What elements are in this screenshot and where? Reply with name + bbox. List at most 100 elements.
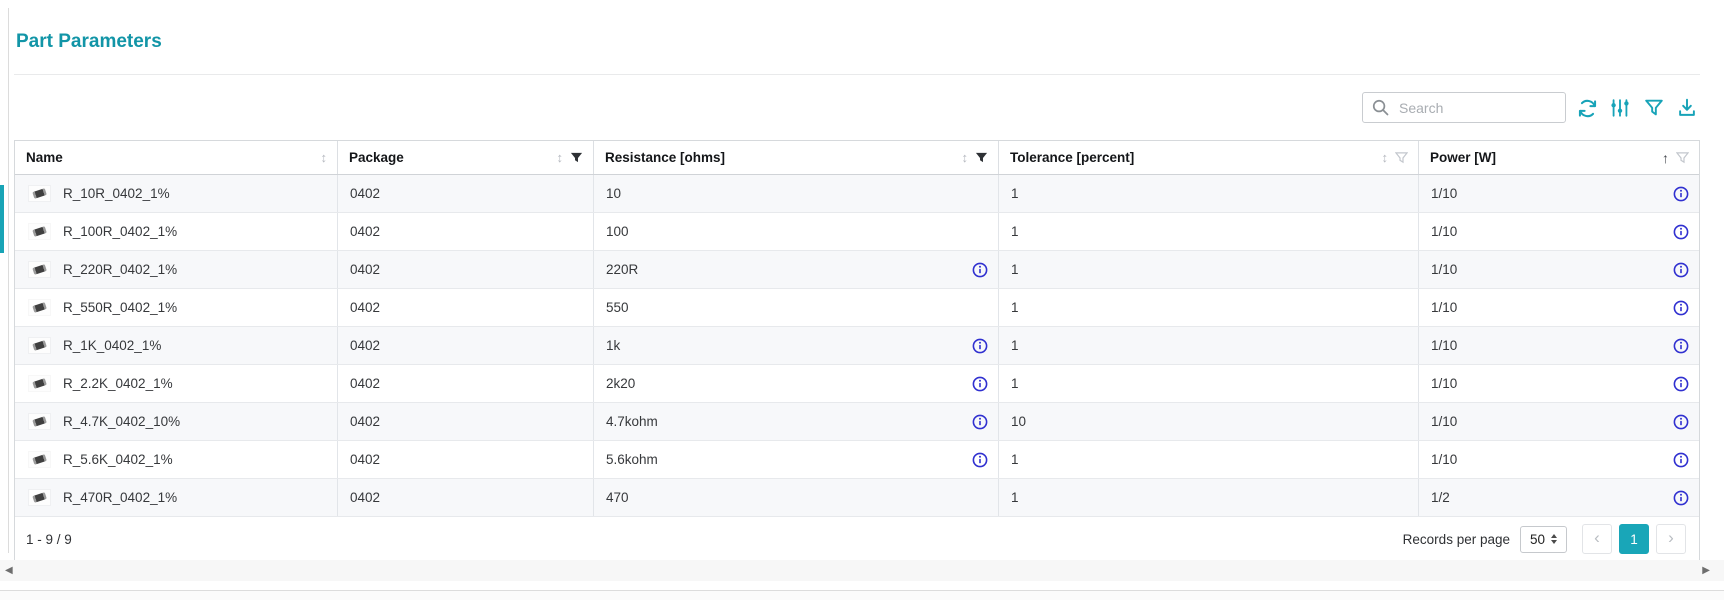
part-thumbnail (29, 262, 50, 277)
resistance-cell: 220R (594, 251, 999, 288)
scroll-right-arrow-icon[interactable]: ▶ (1702, 560, 1710, 581)
power-cell: 1/10 (1419, 175, 1699, 212)
table-row[interactable]: R_5.6K_0402_1% 0402 5.6kohm 1 1/10 (15, 441, 1699, 479)
power-value: 1/10 (1431, 300, 1458, 315)
records-per-page-value: 50 (1529, 531, 1546, 547)
power-value: 1/10 (1431, 414, 1458, 429)
power-value: 1/10 (1431, 262, 1458, 277)
scroll-left-arrow-icon[interactable]: ◀ (5, 560, 13, 581)
info-icon[interactable] (972, 262, 988, 278)
table-row[interactable]: R_1K_0402_1% 0402 1k 1 1/10 (15, 327, 1699, 365)
column-label: Power [W] (1430, 150, 1496, 165)
resistor-chip-icon (32, 302, 47, 313)
package-cell: 0402 (338, 251, 594, 288)
resistor-chip-icon (32, 416, 47, 427)
part-thumbnail (29, 452, 50, 467)
funnel-icon (1644, 99, 1663, 116)
column-label: Package (349, 150, 404, 165)
sort-icon[interactable]: ↕ (557, 151, 564, 164)
page-1-button[interactable]: 1 (1619, 524, 1649, 554)
table-row[interactable]: R_2.2K_0402_1% 0402 2k20 1 1/10 (15, 365, 1699, 403)
package-cell: 0402 (338, 365, 594, 402)
table-body: R_10R_0402_1% 0402 10 1 1/10 R_100R_0402… (15, 175, 1699, 517)
resistance-value: 100 (606, 224, 629, 239)
info-icon[interactable] (972, 376, 988, 392)
filter-funnel-icon[interactable] (1395, 151, 1408, 164)
tolerance-cell: 1 (999, 327, 1419, 364)
refresh-icon (1578, 99, 1596, 117)
pagination: ‹ 1 › (1582, 524, 1686, 554)
sliders-icon (1611, 99, 1629, 117)
info-icon[interactable] (1673, 452, 1689, 468)
resistance-value: 1k (606, 338, 621, 353)
table-row[interactable]: R_220R_0402_1% 0402 220R 1 1/10 (15, 251, 1699, 289)
page-title: Part Parameters (16, 31, 162, 52)
table-row[interactable]: R_4.7K_0402_10% 0402 4.7kohm 10 1/10 (15, 403, 1699, 441)
column-settings-button[interactable] (1607, 95, 1633, 121)
previous-page-button[interactable]: ‹ (1582, 524, 1612, 554)
resistance-cell: 5.6kohm (594, 441, 999, 478)
filter-button[interactable] (1641, 95, 1667, 121)
resistor-chip-icon (32, 492, 47, 503)
search-input[interactable] (1397, 98, 1551, 117)
tolerance-cell: 1 (999, 289, 1419, 326)
resistance-value: 5.6kohm (606, 452, 658, 467)
tolerance-cell: 1 (999, 479, 1419, 516)
resistor-chip-icon (32, 378, 47, 389)
info-icon[interactable] (1673, 490, 1689, 506)
search-box[interactable] (1362, 92, 1566, 123)
left-accent-bar (0, 185, 4, 253)
column-header-name[interactable]: Name ↕ (15, 141, 338, 174)
column-header-resistance[interactable]: Resistance [ohms] ↕ (594, 141, 999, 174)
sort-ascending-icon[interactable]: ↑ (1662, 151, 1669, 165)
info-icon[interactable] (1673, 186, 1689, 202)
column-header-tolerance[interactable]: Tolerance [percent] ↕ (999, 141, 1419, 174)
records-per-page-select[interactable]: 50 (1520, 525, 1567, 553)
info-icon[interactable] (972, 338, 988, 354)
info-icon[interactable] (1673, 224, 1689, 240)
power-cell: 1/10 (1419, 365, 1699, 402)
power-value: 1/10 (1431, 338, 1458, 353)
page-bottom-strip (0, 591, 1724, 600)
resistor-chip-icon (32, 264, 47, 275)
horizontal-scrollbar[interactable]: ◀ ▶ (0, 560, 1724, 581)
part-thumbnail (29, 224, 50, 239)
resistance-cell: 4.7kohm (594, 403, 999, 440)
title-divider (14, 74, 1700, 75)
resistor-chip-icon (32, 454, 47, 465)
filter-funnel-icon[interactable] (975, 151, 988, 164)
part-thumbnail (29, 186, 50, 201)
resistor-chip-icon (32, 340, 47, 351)
table-panel: Name ↕ Package ↕ Resistance [ohms] ↕ Tol… (14, 140, 1700, 562)
filter-funnel-icon[interactable] (570, 151, 583, 164)
column-header-package[interactable]: Package ↕ (338, 141, 594, 174)
part-name: R_2.2K_0402_1% (63, 376, 173, 391)
chevron-left-icon: ‹ (1594, 528, 1600, 547)
table-row[interactable]: R_100R_0402_1% 0402 100 1 1/10 (15, 213, 1699, 251)
filter-funnel-icon[interactable] (1676, 151, 1689, 164)
info-icon[interactable] (1673, 376, 1689, 392)
info-icon[interactable] (1673, 300, 1689, 316)
power-cell: 1/10 (1419, 289, 1699, 326)
tolerance-cell: 1 (999, 441, 1419, 478)
table-row[interactable]: R_10R_0402_1% 0402 10 1 1/10 (15, 175, 1699, 213)
part-parameters-page: Part Parameters Search Name ↕ Package ↕ … (0, 0, 1724, 600)
column-header-power[interactable]: Power [W] ↑ (1419, 141, 1699, 174)
resistance-cell: 550 (594, 289, 999, 326)
refresh-button[interactable] (1574, 95, 1600, 121)
info-icon[interactable] (972, 414, 988, 430)
info-icon[interactable] (1673, 414, 1689, 430)
power-cell: 1/10 (1419, 213, 1699, 250)
resistance-cell: 470 (594, 479, 999, 516)
next-page-button[interactable]: › (1656, 524, 1686, 554)
info-icon[interactable] (972, 452, 988, 468)
info-icon[interactable] (1673, 338, 1689, 354)
sort-icon[interactable]: ↕ (321, 151, 328, 164)
info-icon[interactable] (1673, 262, 1689, 278)
sort-icon[interactable]: ↕ (1382, 151, 1389, 164)
download-button[interactable] (1674, 95, 1700, 121)
sort-icon[interactable]: ↕ (962, 151, 969, 164)
table-row[interactable]: R_550R_0402_1% 0402 550 1 1/10 (15, 289, 1699, 327)
column-label: Tolerance [percent] (1010, 150, 1135, 165)
table-row[interactable]: R_470R_0402_1% 0402 470 1 1/2 (15, 479, 1699, 517)
